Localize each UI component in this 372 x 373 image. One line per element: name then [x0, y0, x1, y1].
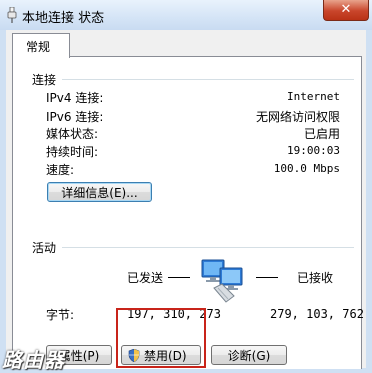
bytes-label: 字节:	[46, 308, 75, 322]
diagnose-button[interactable]: 诊断(G)	[211, 345, 287, 365]
close-button[interactable]: ✕	[323, 0, 369, 21]
media-state-label: 媒体状态:	[46, 127, 99, 141]
ipv4-label: IPv4 连接:	[46, 91, 104, 105]
ipv6-value: 无网络访问权限	[255, 110, 340, 124]
media-state-value: 已启用	[303, 127, 340, 141]
ipv4-value: Internet	[287, 90, 340, 103]
activity-group-divider	[62, 247, 354, 248]
bytes-received-value: 279, 103, 762	[270, 307, 364, 321]
ipv6-label: IPv6 连接:	[46, 110, 104, 124]
speed-label: 速度:	[46, 163, 75, 177]
connection-group-divider	[62, 79, 354, 80]
sent-line	[168, 277, 190, 278]
network-activity-icon	[201, 259, 243, 303]
window-title: 本地连接 状态	[22, 11, 105, 26]
title-bar: 本地连接 状态 ✕	[0, 0, 372, 30]
sent-label: 已发送	[127, 271, 164, 285]
close-icon: ✕	[340, 2, 352, 17]
watermark-logo: 路由器	[2, 348, 65, 372]
activity-group-heading: 活动	[32, 241, 57, 255]
duration-label: 持续时间:	[46, 145, 99, 159]
received-label: 已接收	[297, 271, 334, 285]
tab-general[interactable]: 常规	[12, 33, 70, 58]
connection-group-heading: 连接	[32, 73, 57, 87]
network-connection-icon	[7, 7, 17, 23]
duration-value: 19:00:03	[287, 144, 340, 157]
speed-value: 100.0 Mbps	[273, 162, 340, 175]
diagnose-label: 诊断(G)	[227, 349, 271, 363]
highlight-box	[116, 308, 206, 368]
tab-general-label: 常规	[26, 40, 51, 54]
details-button[interactable]: 详细信息(E)...	[47, 182, 152, 202]
received-line	[256, 277, 278, 278]
